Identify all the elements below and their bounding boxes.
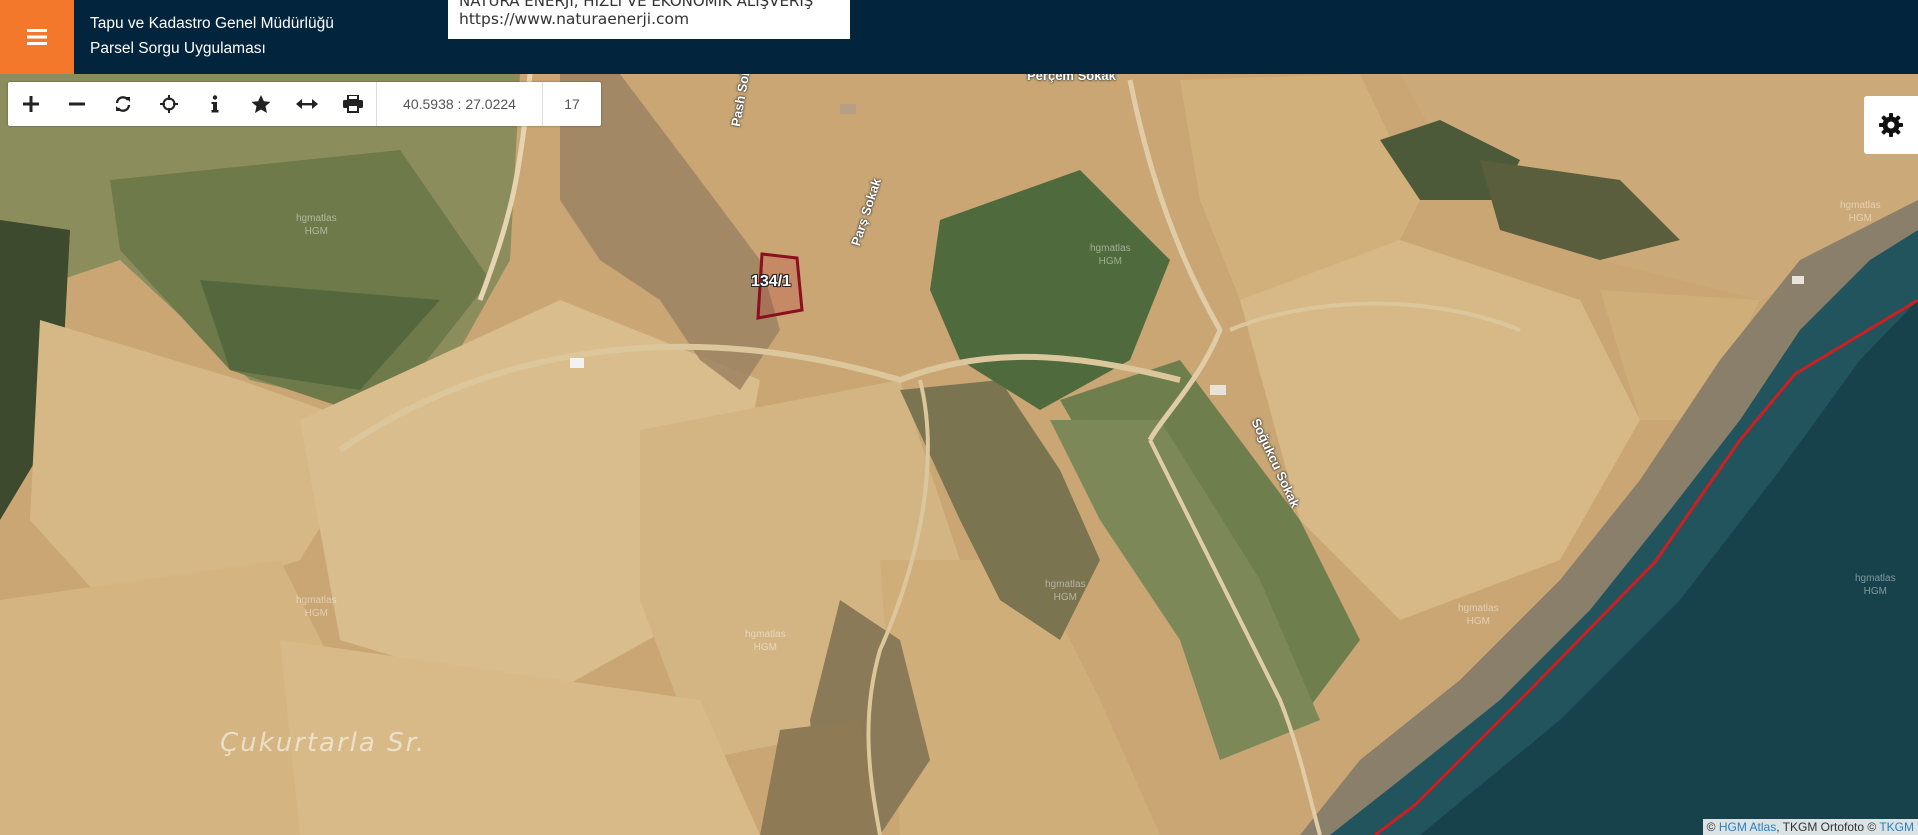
app-title-line1: Tapu ve Kadastro Genel Müdürlüğü — [90, 15, 334, 32]
watermark: hgmatlas HGM — [1458, 603, 1499, 627]
print-button[interactable] — [330, 82, 376, 126]
print-icon — [343, 95, 363, 113]
info-button[interactable] — [192, 82, 238, 126]
gear-icon — [1879, 113, 1903, 137]
refresh-icon — [115, 96, 131, 112]
watermark: hgmatlas HGM — [296, 213, 337, 237]
refresh-button[interactable] — [100, 82, 146, 126]
zoom-level-readout: 17 — [542, 82, 601, 126]
watermark: hgmatlas HGM — [1090, 243, 1131, 267]
ad-headline[interactable]: NATURA ENERJİ, HIZLI VE EKONOMİK ALIŞVER… — [459, 0, 813, 10]
watermark: hgmatlas HGM — [296, 595, 337, 619]
place-name-label: Çukurtarla Sr. — [220, 728, 427, 758]
info-icon — [211, 95, 219, 113]
app-title: Tapu ve Kadastro Genel Müdürlüğü Parsel … — [90, 11, 334, 61]
zoom-out-icon — [69, 102, 85, 106]
locate-icon — [160, 95, 178, 113]
menu-button[interactable] — [0, 0, 74, 74]
parcel-label[interactable]: 134/1 — [751, 273, 791, 291]
watermark: hgmatlas HGM — [1840, 200, 1881, 224]
ad-url[interactable]: https://www.naturaenerji.com — [459, 10, 689, 28]
tkgm-link[interactable]: TKGM — [1879, 820, 1914, 834]
zoom-out-button[interactable] — [54, 82, 100, 126]
watermark: hgmatlas HGM — [1045, 579, 1086, 603]
map-toolbar: 40.5938 : 27.0224 17 — [8, 82, 601, 126]
ad-banner[interactable]: NATURA ENERJİ, HIZLI VE EKONOMİK ALIŞVER… — [448, 0, 850, 39]
hgm-atlas-link[interactable]: HGM Atlas — [1719, 820, 1776, 834]
app-title-line2: Parsel Sorgu Uygulaması — [90, 40, 266, 57]
coordinate-readout: 40.5938 : 27.0224 — [376, 82, 542, 126]
measure-button[interactable] — [284, 82, 330, 126]
favorite-button[interactable] — [238, 82, 284, 126]
watermark: hgmatlas HGM — [1855, 573, 1896, 597]
satellite-imagery — [0, 74, 1918, 835]
attribution-middle: , TKGM Ortofoto © — [1776, 820, 1877, 834]
map-canvas[interactable]: hgmatlas HGM hgmatlas HGM hgmatlas HGM hgma… — [0, 74, 1918, 835]
watermark: hgmatlas HGM — [745, 629, 786, 653]
settings-button[interactable] — [1864, 96, 1918, 154]
map-attribution: © HGM Atlas, TKGM Ortofoto © TKGM — [1702, 819, 1918, 835]
favorite-star-icon — [251, 94, 271, 113]
zoom-in-icon — [23, 96, 39, 112]
zoom-in-button[interactable] — [8, 82, 54, 126]
attribution-prefix: © — [1706, 820, 1716, 834]
top-bar: Tapu ve Kadastro Genel Müdürlüğü Parsel … — [0, 0, 1918, 74]
hamburger-menu-icon — [27, 29, 47, 45]
measure-icon — [296, 99, 318, 109]
locate-button[interactable] — [146, 82, 192, 126]
